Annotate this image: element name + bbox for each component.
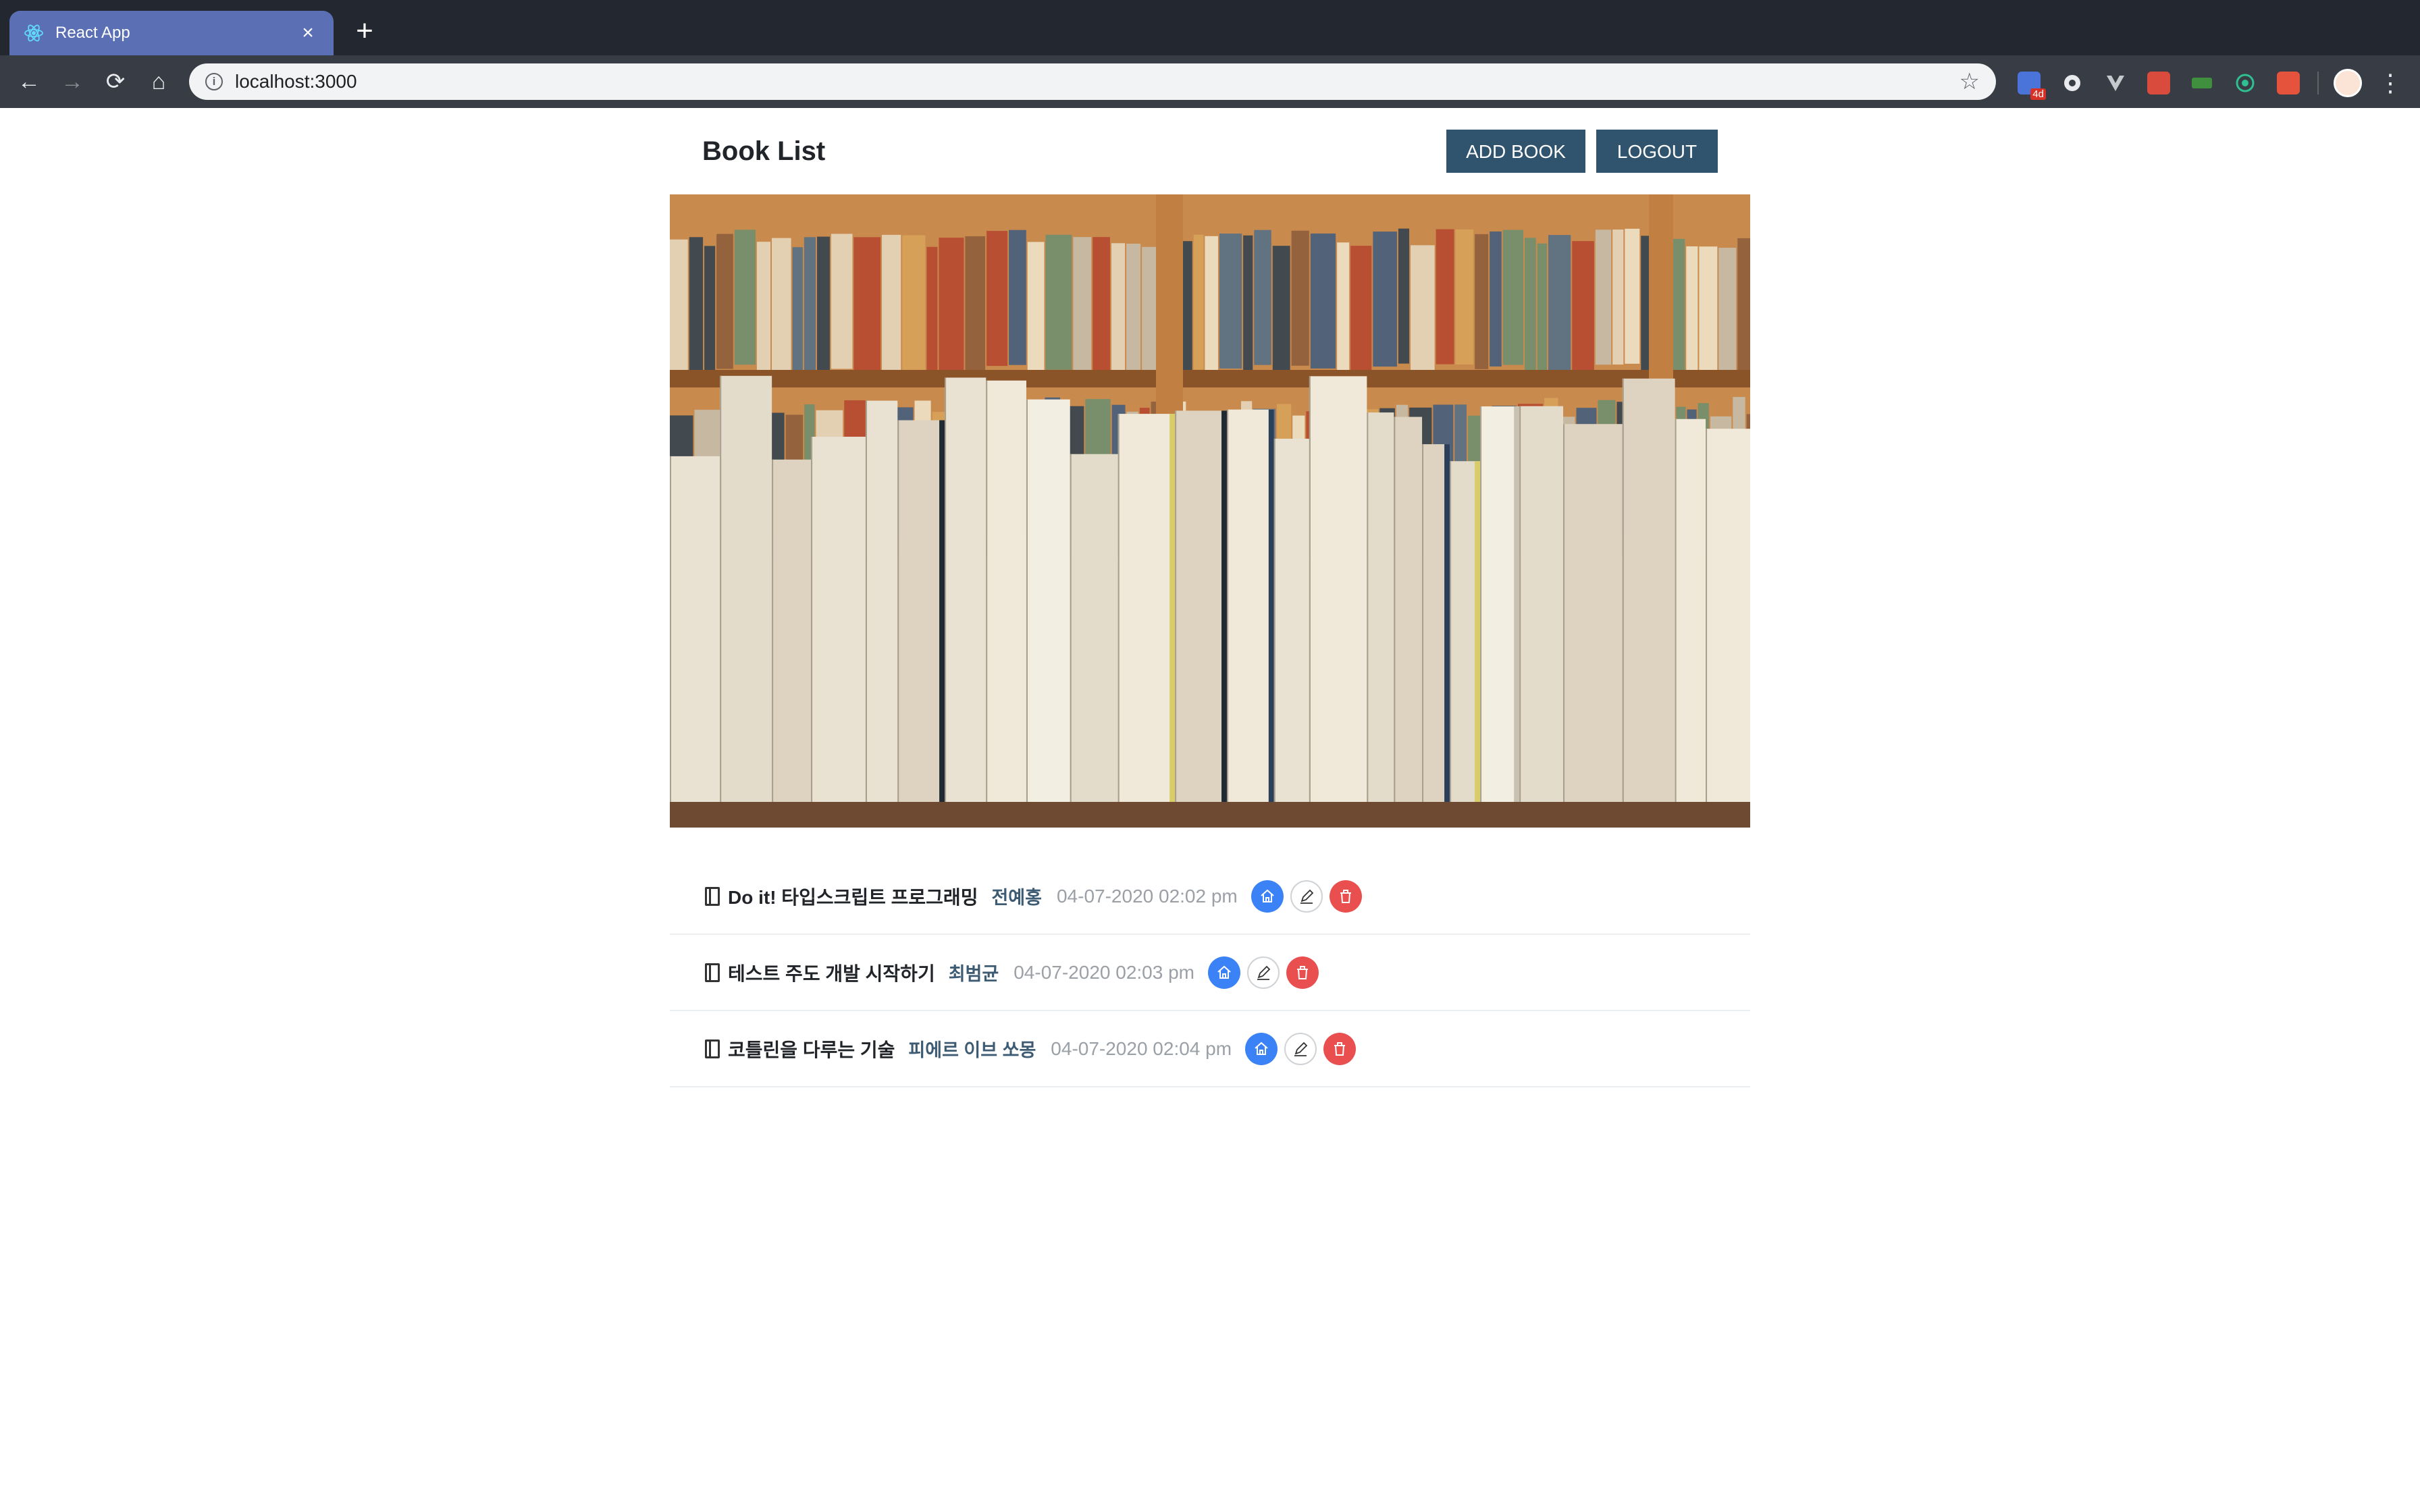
profile-avatar[interactable] (2334, 69, 2362, 97)
book-title[interactable]: Do it! 타입스크립트 프로그래밍 (728, 883, 978, 910)
delete-icon[interactable] (1286, 956, 1319, 989)
book-title[interactable]: 테스트 주도 개발 시작하기 (728, 959, 935, 986)
book-author: 최범균 (948, 964, 999, 984)
book-date: 04-07-2020 02:03 pm (1014, 961, 1194, 983)
home-icon[interactable] (1207, 956, 1240, 989)
new-tab-icon[interactable]: + (348, 15, 381, 47)
book-icon (705, 886, 720, 906)
app-container: Book List ADD BOOK LOGOUT Do it! 타입스크립트 … (670, 108, 1750, 1087)
reload-icon[interactable]: ⟳ (100, 66, 131, 97)
book-title[interactable]: 코틀린을 다루는 기술 (728, 1035, 895, 1062)
browser-menu-icon[interactable]: ⋮ (2377, 68, 2404, 99)
delete-icon[interactable] (1329, 880, 1362, 913)
back-icon[interactable]: ← (14, 66, 45, 97)
book-actions (1245, 1032, 1363, 1065)
browser-tab[interactable]: React App × (9, 11, 334, 55)
extension-circle-icon[interactable] (2061, 72, 2084, 94)
browser-tabstrip: React App × + (0, 0, 2420, 55)
url-text[interactable]: localhost:3000 (235, 71, 1959, 92)
logout-button[interactable]: LOGOUT (1596, 130, 1718, 173)
book-row: 코틀린을 다루는 기술 피에르 이브 쏘몽 04-07-2020 02:04 p… (670, 1011, 1750, 1087)
book-row: 테스트 주도 개발 시작하기 최범균 04-07-2020 02:03 pm (670, 935, 1750, 1011)
app-header: Book List ADD BOOK LOGOUT (670, 108, 1750, 194)
page-title: Book List (702, 136, 826, 166)
site-info-icon[interactable]: i (205, 73, 223, 90)
edit-icon[interactable] (1246, 956, 1280, 989)
home-icon[interactable] (1245, 1032, 1278, 1065)
book-icon (705, 1039, 720, 1058)
react-logo-icon (23, 22, 45, 44)
home-icon[interactable] (1251, 880, 1284, 913)
extension-target-icon[interactable] (2234, 72, 2257, 94)
book-icon (705, 963, 720, 982)
extension-json-icon[interactable] (2190, 72, 2213, 94)
edit-icon[interactable] (1290, 880, 1323, 913)
home-icon[interactable]: ⌂ (143, 66, 174, 97)
book-author: 피에르 이브 쏘몽 (908, 1040, 1036, 1060)
bookshelf-hero-image (670, 194, 1750, 828)
forward-icon[interactable]: → (57, 66, 88, 97)
book-actions (1207, 956, 1325, 989)
browser-toolbar: ← → ⟳ ⌂ i localhost:3000 ☆ 4d ⋮ (0, 55, 2420, 108)
extension-badge: 4d (2030, 88, 2046, 100)
book-row: Do it! 타입스크립트 프로그래밍 전예홍 04-07-2020 02:02… (670, 859, 1750, 935)
book-list: Do it! 타입스크립트 프로그래밍 전예홍 04-07-2020 02:02… (670, 859, 1750, 1087)
tab-close-icon[interactable]: × (296, 22, 320, 45)
tab-title: React App (55, 24, 130, 42)
extension-red-icon[interactable] (2147, 72, 2170, 94)
bookmark-star-icon[interactable]: ☆ (1959, 68, 1980, 95)
book-date: 04-07-2020 02:02 pm (1056, 885, 1238, 907)
toolbar-divider (2317, 72, 2319, 94)
extension-calendar-icon[interactable]: 4d (2018, 72, 2046, 100)
bookshelf-illustration (670, 194, 1750, 828)
address-bar[interactable]: i localhost:3000 ☆ (189, 63, 1996, 100)
book-date: 04-07-2020 02:04 pm (1051, 1037, 1232, 1059)
add-book-button[interactable]: ADD BOOK (1446, 130, 1585, 173)
edit-icon[interactable] (1284, 1032, 1317, 1065)
delete-icon[interactable] (1323, 1032, 1357, 1065)
extension-gift-icon[interactable] (2277, 72, 2300, 94)
extension-vue-icon[interactable] (2104, 72, 2127, 94)
book-author: 전예홍 (991, 888, 1042, 908)
book-actions (1251, 880, 1369, 913)
